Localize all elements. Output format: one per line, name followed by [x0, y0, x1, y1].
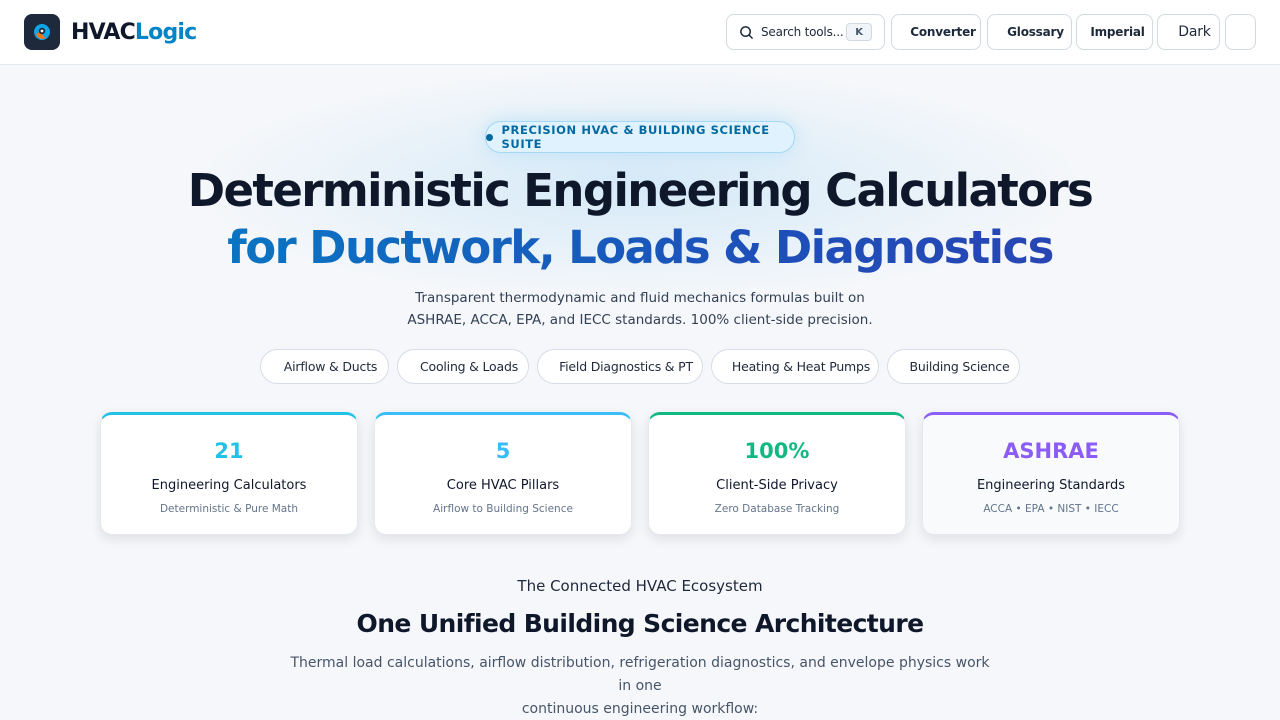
- stat-card-pillars: 5 Core HVAC Pillars Airflow to Building …: [374, 412, 632, 535]
- stat-card-standards: ASHRAE Engineering Standards ACCA • EPA …: [922, 412, 1180, 535]
- brand-name: HVACLogic: [71, 19, 197, 45]
- search-placeholder: Search tools...: [761, 25, 844, 39]
- ecosystem-description-line2: continuous engineering workflow:: [521, 701, 759, 717]
- stat-value: ASHRAE: [1003, 439, 1099, 463]
- category-field-diagnostics[interactable]: Field Diagnostics & PT: [537, 349, 703, 384]
- ecosystem-description: Thermal load calculations, airflow distr…: [290, 652, 990, 720]
- glossary-button[interactable]: Glossary: [987, 14, 1072, 50]
- badge-dot-icon: [486, 133, 493, 141]
- hero-subtitle: Transparent thermodynamic and fluid mech…: [0, 287, 1280, 331]
- hero-subtitle-line1: Transparent thermodynamic and fluid mech…: [415, 290, 865, 306]
- ecosystem-kicker: The Connected HVAC Ecosystem: [517, 577, 763, 595]
- search-tools-button[interactable]: Search tools... K: [726, 14, 885, 50]
- stat-subtitle: ACCA • EPA • NIST • IECC: [983, 503, 1119, 515]
- stat-value: 5: [495, 439, 511, 463]
- stat-value: 100%: [744, 439, 810, 463]
- converter-button[interactable]: Converter: [891, 14, 981, 50]
- hero-subtitle-line2: ASHRAE, ACCA, EPA, and IECC standards. 1…: [407, 312, 873, 328]
- category-heating-heat-pumps[interactable]: Heating & Heat Pumps: [711, 349, 879, 384]
- stat-card-calculators: 21 Engineering Calculators Deterministic…: [100, 412, 358, 535]
- stat-title: Core HVAC Pillars: [446, 478, 560, 493]
- units-toggle-button[interactable]: Imperial: [1076, 14, 1153, 50]
- stat-card-privacy: 100% Client-Side Privacy Zero Database T…: [648, 412, 906, 535]
- category-building-science[interactable]: Building Science: [887, 349, 1020, 384]
- keyboard-shortcut-badge: K: [846, 23, 872, 41]
- brand-name-part1: HVAC: [71, 19, 136, 45]
- hero-title-line2: for Ductwork, Loads & Diagnostics: [0, 221, 1280, 274]
- logo-icon: [24, 14, 60, 50]
- brand-logo[interactable]: HVACLogic: [24, 14, 197, 50]
- ecosystem-description-line1: Thermal load calculations, airflow distr…: [290, 655, 990, 694]
- stat-subtitle: Zero Database Tracking: [714, 503, 840, 515]
- category-cooling-loads[interactable]: Cooling & Loads: [397, 349, 529, 384]
- menu-button[interactable]: [1225, 14, 1256, 50]
- search-icon: [740, 25, 753, 39]
- theme-toggle-button[interactable]: Dark: [1157, 14, 1220, 50]
- ecosystem-title: One Unified Building Science Architectur…: [356, 609, 924, 638]
- hero-title-line1: Deterministic Engineering Calculators: [187, 164, 1094, 217]
- stat-subtitle: Airflow to Building Science: [433, 503, 573, 515]
- stat-subtitle: Deterministic & Pure Math: [159, 503, 299, 515]
- stat-title: Engineering Standards: [976, 478, 1126, 493]
- stat-value: 21: [214, 439, 244, 463]
- hero-badge: PRECISION HVAC & BUILDING SCIENCE SUITE: [485, 121, 795, 153]
- stat-title: Client-Side Privacy: [716, 478, 838, 493]
- top-navigation-bar: HVACLogic Search tools... K Converter Gl…: [0, 0, 1280, 65]
- category-airflow-ducts[interactable]: Airflow & Ducts: [260, 349, 389, 384]
- hero-badge-label: PRECISION HVAC & BUILDING SCIENCE SUITE: [501, 123, 770, 151]
- stat-title: Engineering Calculators: [151, 478, 307, 493]
- brand-name-part2: Logic: [134, 19, 197, 45]
